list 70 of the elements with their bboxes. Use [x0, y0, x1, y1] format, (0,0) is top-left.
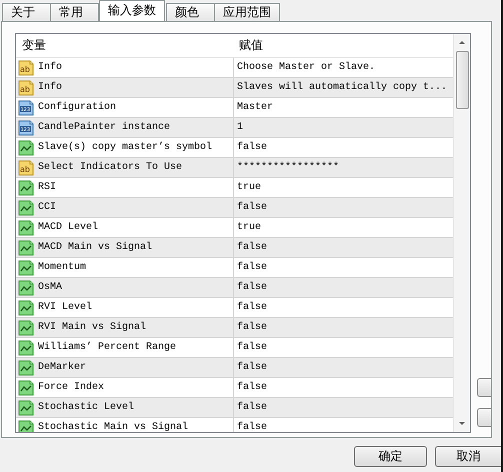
chart-icon: [18, 380, 34, 396]
parameter-name: Williams’ Percent Range: [38, 342, 176, 353]
parameter-value[interactable]: Choose Master or Slave.: [234, 62, 376, 73]
scroll-thumb[interactable]: [456, 51, 468, 109]
parameter-value[interactable]: false: [234, 202, 268, 213]
parameter-name: RVI Main vs Signal: [38, 322, 146, 333]
ok-button[interactable]: 确定: [354, 446, 427, 467]
chart-icon: [18, 360, 34, 376]
parameter-value[interactable]: true: [234, 182, 262, 193]
chart-icon: [18, 240, 34, 256]
parameter-name: OsMA: [38, 282, 62, 293]
column-header[interactable]: 变量: [16, 34, 233, 57]
chart-icon: [18, 140, 34, 156]
column-header[interactable]: 赋值: [233, 34, 453, 57]
parameter-value[interactable]: false: [234, 322, 268, 333]
parameter-name: RVI Level: [38, 302, 92, 313]
scroll-up-icon[interactable]: [459, 41, 465, 44]
tab[interactable]: 关于: [2, 3, 51, 21]
parameter-value[interactable]: Slaves will automatically copy t...: [234, 82, 448, 93]
parameter-value[interactable]: false: [234, 382, 268, 393]
chart-icon: [18, 180, 34, 196]
chart-icon: [18, 220, 34, 236]
chart-icon: [18, 400, 34, 416]
parameter-name: Momentum: [38, 262, 86, 273]
parameter-value[interactable]: false: [234, 302, 268, 313]
parameter-name: Info: [38, 62, 62, 73]
parameter-name: MACD Level: [38, 222, 98, 233]
chart-icon: [18, 420, 34, 432]
parameter-value[interactable]: false: [234, 422, 268, 432]
side-button[interactable]: [477, 378, 491, 397]
parameter-value[interactable]: false: [234, 242, 268, 253]
chart-icon: [18, 260, 34, 276]
text-type-icon: ab: [18, 60, 34, 76]
parameter-value[interactable]: false: [234, 262, 268, 273]
parameter-value[interactable]: false: [234, 402, 268, 413]
parameter-name: CandlePainter instance: [38, 122, 170, 133]
parameter-name: CCI: [38, 202, 56, 213]
tab[interactable]: 常用: [50, 3, 99, 21]
parameter-value[interactable]: *****************: [234, 162, 340, 173]
parameter-value[interactable]: false: [234, 362, 268, 373]
side-button[interactable]: [477, 408, 491, 427]
chart-icon: [18, 340, 34, 356]
parameter-name: Configuration: [38, 102, 116, 113]
parameter-name: MACD Main vs Signal: [38, 242, 152, 253]
parameter-value[interactable]: 1: [234, 122, 244, 133]
parameter-value[interactable]: false: [234, 282, 268, 293]
chart-icon: [18, 280, 34, 296]
chart-icon: [18, 300, 34, 316]
parameter-value[interactable]: Master: [234, 102, 274, 113]
tab[interactable]: 颜色: [166, 3, 215, 21]
parameter-name: RSI: [38, 182, 56, 193]
parameter-name: Stochastic Level: [38, 402, 134, 413]
parameter-name: Stochastic Main vs Signal: [38, 422, 188, 432]
tab[interactable]: 应用范围: [214, 3, 280, 21]
parameter-name: Select Indicators To Use: [38, 162, 182, 173]
parameter-value[interactable]: false: [234, 142, 268, 153]
chart-icon: [18, 320, 34, 336]
chart-icon: [18, 200, 34, 216]
parameter-name: Slave(s) copy master’s symbol: [38, 142, 212, 153]
parameter-name: Force Index: [38, 382, 104, 393]
text-type-icon: ab: [18, 160, 34, 176]
cancel-button[interactable]: 取消: [435, 446, 501, 467]
scrollbar[interactable]: [453, 34, 470, 432]
parameter-name: Info: [38, 82, 62, 93]
tab[interactable]: 输入参数: [99, 0, 165, 21]
scroll-down-icon[interactable]: [459, 422, 465, 425]
parameter-name: DeMarker: [38, 362, 86, 373]
parameter-value[interactable]: true: [234, 222, 262, 233]
text-type-icon: ab: [18, 80, 34, 96]
parameter-value[interactable]: false: [234, 342, 268, 353]
